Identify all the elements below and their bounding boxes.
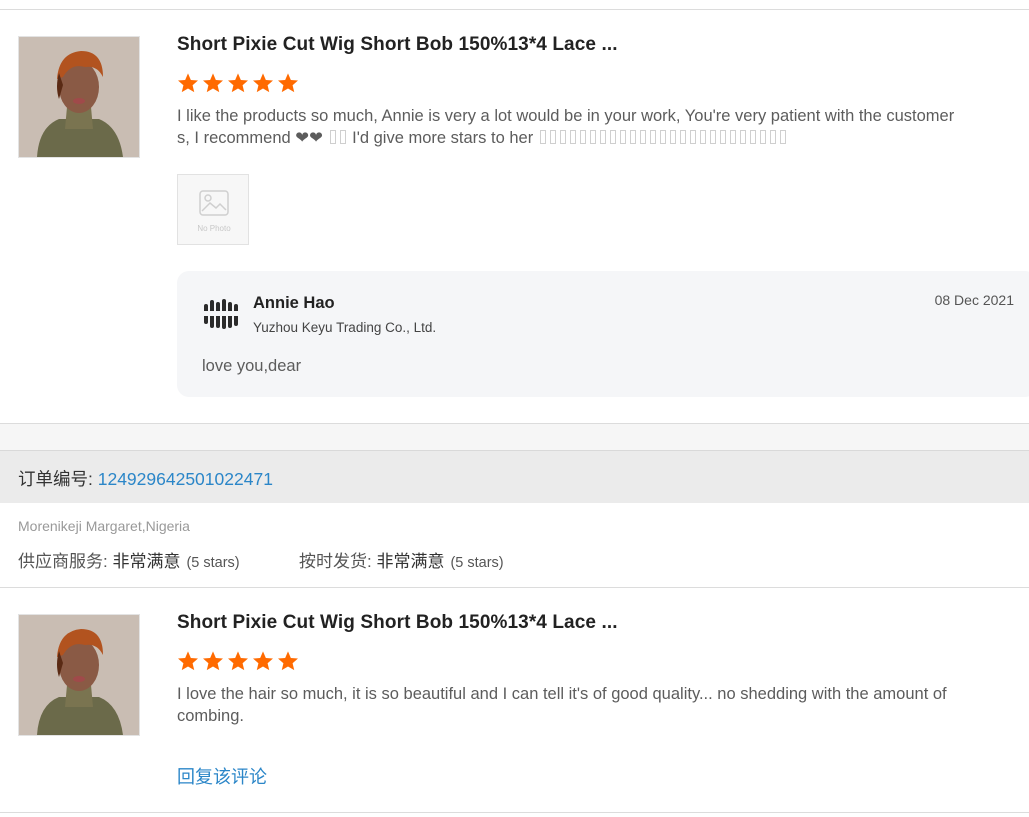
seller-company: Yuzhou Keyu Trading Co., Ltd. bbox=[253, 320, 437, 335]
reply-date: 08 Dec 2021 bbox=[934, 292, 1014, 308]
review-text-line: s, I recommend ❤❤ I'd give more stars to… bbox=[177, 127, 989, 149]
star-rating bbox=[177, 72, 299, 94]
no-photo-label: No Photo bbox=[197, 224, 231, 233]
bottom-divider bbox=[0, 812, 1029, 813]
section-divider bbox=[0, 587, 1029, 588]
star-icon bbox=[253, 651, 273, 671]
star-icon bbox=[278, 651, 298, 671]
supplier-service-rating: 供应商服务: 非常满意 (5 stars) bbox=[18, 547, 240, 572]
order-number-label: 订单编号: bbox=[18, 469, 98, 489]
review-text-part: s, I recommend ❤❤ bbox=[177, 129, 323, 147]
missing-glyph-run bbox=[538, 129, 788, 147]
product-title[interactable]: Short Pixie Cut Wig Short Bob 150%13*4 L… bbox=[177, 34, 618, 56]
product-thumbnail[interactable] bbox=[18, 614, 140, 736]
reply-to-review-link[interactable]: 回复该评论 bbox=[177, 763, 267, 789]
star-icon bbox=[178, 73, 198, 93]
order-number-row: 订单编号: 124929642501022471 bbox=[18, 466, 273, 491]
star-icon bbox=[203, 651, 223, 671]
image-placeholder-icon bbox=[199, 190, 229, 216]
shipping-rating: 按时发货: 非常满意 (5 stars) bbox=[299, 547, 504, 572]
review-text-line: I like the products so much, Annie is ve… bbox=[177, 107, 955, 125]
supplier-service-label: 供应商服务: bbox=[18, 552, 113, 571]
star-rating bbox=[177, 650, 299, 672]
seller-reply-text: love you,dear bbox=[202, 357, 302, 375]
order-number-link[interactable]: 124929642501022471 bbox=[98, 469, 273, 489]
product-title[interactable]: Short Pixie Cut Wig Short Bob 150%13*4 L… bbox=[177, 612, 618, 634]
star-icon bbox=[253, 73, 273, 93]
star-icon bbox=[178, 651, 198, 671]
top-divider bbox=[0, 9, 1029, 10]
seller-avatar bbox=[202, 298, 242, 330]
star-icon bbox=[203, 73, 223, 93]
buyer-name: Morenikeji Margaret,Nigeria bbox=[18, 518, 190, 534]
seller-name: Annie Hao bbox=[253, 294, 335, 312]
shipping-stars: (5 stars) bbox=[450, 555, 504, 571]
review-text: I like the products so much, Annie is ve… bbox=[177, 105, 989, 149]
supplier-service-value: 非常满意 bbox=[112, 552, 181, 571]
star-icon bbox=[278, 73, 298, 93]
shipping-label: 按时发货: bbox=[299, 552, 377, 571]
section-gap bbox=[0, 424, 1029, 450]
star-icon bbox=[228, 651, 248, 671]
shipping-value: 非常满意 bbox=[376, 552, 445, 571]
review-text-part: I'd give more stars to her bbox=[352, 129, 534, 147]
missing-glyph bbox=[339, 130, 346, 144]
supplier-service-stars: (5 stars) bbox=[186, 555, 240, 571]
missing-glyph bbox=[329, 130, 336, 144]
review-photo-placeholder[interactable]: No Photo bbox=[177, 174, 249, 245]
product-thumbnail[interactable] bbox=[18, 36, 140, 158]
star-icon bbox=[228, 73, 248, 93]
review-text: I love the hair so much, it is so beauti… bbox=[177, 685, 947, 725]
